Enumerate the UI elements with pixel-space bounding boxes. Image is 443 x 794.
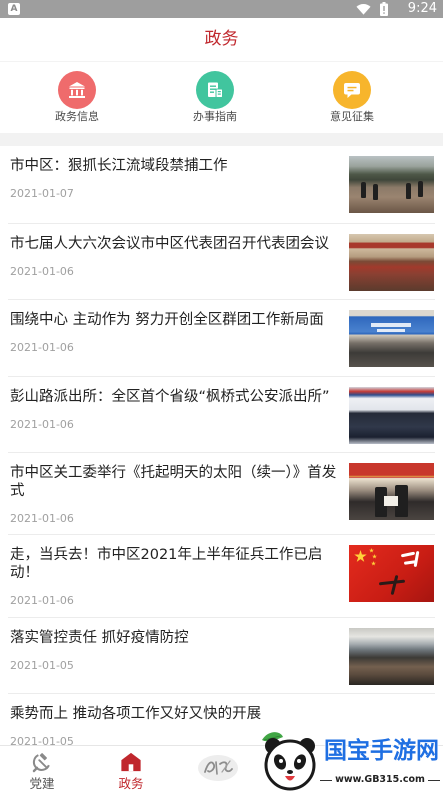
news-title: 彭山路派出所：全区首个省级“枫桥式公安派出所” [10,389,330,405]
photo-detail [406,183,411,199]
panda-logo-icon [262,732,316,791]
news-date: 2021-01-07 [10,187,74,200]
news-text: 市中区关工委举行《托起明天的太阳（续一）》首发式 2021-01-06 [10,464,345,526]
status-bar: A 9:24 [0,0,443,18]
tab-label: 政务 [118,776,144,791]
page-header: 政务 [0,18,443,62]
photo-detail [418,181,423,197]
page-title: 政务 [204,29,239,49]
watermark-brand: 国宝手游网 [324,738,439,764]
quick-link-feedback[interactable]: 意见征集 [307,71,397,124]
news-item[interactable]: 走，当兵去！市中区2021年上半年征兵工作已启动！ 2021-01-06 [0,535,443,618]
news-item[interactable]: 围绕中心 主动作为 努力开创全区群团工作新局面 2021-01-06 [0,300,443,377]
photo-detail [400,551,416,558]
photo-detail [371,323,411,327]
news-item[interactable]: 市中区关工委举行《托起明天的太阳（续一）》首发式 2021-01-06 [0,453,443,535]
watermark-url-row: www.GB315.com [320,773,440,787]
photo-detail [377,329,405,332]
quick-link-government-info[interactable]: 政务信息 [32,71,122,124]
comment-icon [344,83,360,98]
battery-icon [380,2,388,16]
news-thumbnail [349,234,434,291]
quick-link-label: 办事指南 [193,110,237,123]
news-thumbnail [349,387,434,444]
news-item[interactable]: 落实管控责任 抓好疫情防控 2021-01-05 [0,618,443,694]
quick-link-service-guide[interactable]: 办事指南 [170,71,260,124]
news-item[interactable]: 市中区：狠抓长江流域段禁捕工作 2021-01-07 [0,146,443,224]
news-text: 围绕中心 主动作为 努力开创全区群团工作新局面 2021-01-06 [10,311,345,355]
notification-icon: A [8,3,20,15]
news-date: 2021-01-06 [10,265,74,278]
section-separator [0,133,443,146]
quick-link-circle [58,71,96,109]
news-item[interactable]: 市七届人大六次会议市中区代表团召开代表团会议 2021-01-06 [0,224,443,300]
watermark-rule [427,779,440,781]
quick-link-circle [333,71,371,109]
bank-icon [69,82,85,98]
news-text: 市七届人大六次会议市中区代表团召开代表团会议 2021-01-06 [10,235,345,279]
news-title: 市中区：狠抓长江流域段禁捕工作 [10,158,228,174]
photo-detail [361,182,366,198]
news-title: 市七届人大六次会议市中区代表团召开代表团会议 [10,236,329,252]
party-emblem-icon [32,753,50,773]
quick-link-label: 意见征集 [330,110,374,123]
photo-detail [354,550,367,562]
news-text: 彭山路派出所：全区首个省级“枫桥式公安派出所” 2021-01-06 [10,388,345,432]
news-text: 落实管控责任 抓好疫情防控 2021-01-05 [10,629,345,673]
news-text: 市中区：狠抓长江流域段禁捕工作 2021-01-07 [10,157,345,201]
home-icon [121,752,141,772]
photo-detail [390,574,399,596]
news-date: 2021-01-06 [10,594,74,607]
quick-links: 政务信息 办事指南 意见征集 [0,62,443,133]
tab-government-affairs[interactable]: 政务 [87,746,175,794]
photo-detail [372,554,377,559]
watermark: 国宝手游网 www.GB315.com [258,726,443,794]
quick-link-circle [196,71,234,109]
calligraphy-logo-icon [198,755,238,781]
news-text: 走，当兵去！市中区2021年上半年征兵工作已启动！ 2021-01-06 [10,546,345,608]
news-thumbnail [349,156,434,213]
news-title: 走，当兵去！市中区2021年上半年征兵工作已启动！ [10,547,323,581]
news-thumbnail [349,463,434,520]
photo-detail [369,548,374,553]
news-thumbnail [349,310,434,367]
guide-document-icon [208,82,223,98]
news-date: 2021-01-06 [10,418,74,431]
news-date: 2021-01-05 [10,659,74,672]
photo-detail [373,184,378,200]
quick-link-label: 政务信息 [55,110,99,123]
news-date: 2021-01-06 [10,341,74,354]
news-item[interactable]: 彭山路派出所：全区首个省级“枫桥式公安派出所” 2021-01-06 [0,377,443,453]
watermark-rule [320,779,333,781]
photo-detail [384,496,398,506]
watermark-url: www.GB315.com [335,774,425,785]
news-date: 2021-01-06 [10,512,74,525]
tab-logo[interactable] [174,746,262,794]
status-time: 9:24 [407,1,437,16]
news-title: 落实管控责任 抓好疫情防控 [10,630,189,646]
news-title: 围绕中心 主动作为 努力开创全区群团工作新局面 [10,312,324,328]
app-screen: A 9:24 政务 政务信息 办事指南 意见征集 市中区：狠抓长江流域段禁捕工作… [0,0,443,794]
news-thumbnail [349,545,434,602]
photo-detail [371,561,376,566]
news-thumbnail [349,628,434,685]
tab-label: 党建 [29,776,55,791]
news-title: 市中区关工委举行《托起明天的太阳（续一）》首发式 [10,465,337,499]
wifi-icon [356,3,371,15]
news-title: 乘势而上 推动各项工作又好又快的开展 [10,706,262,722]
tab-party-building[interactable]: 党建 [0,746,84,794]
